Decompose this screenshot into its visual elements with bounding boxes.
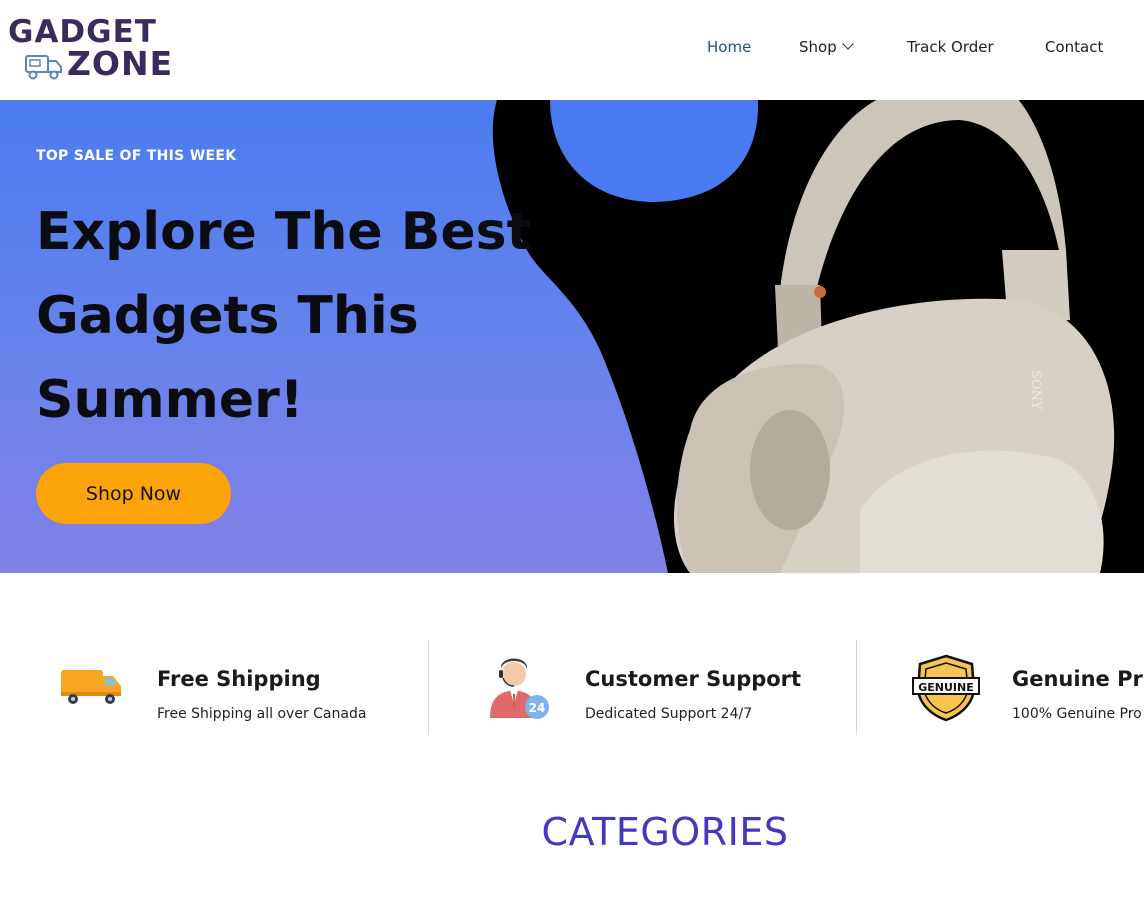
site-logo[interactable]: GADGET ZONE <box>8 14 188 86</box>
feature-divider <box>856 640 857 735</box>
feature-free-shipping: Free Shipping Free Shipping all over Can… <box>0 640 428 755</box>
hero-title-line1: Explore The Best <box>36 202 532 262</box>
logo-truck-icon <box>25 55 62 80</box>
hero-title-line2: Gadgets This <box>36 286 419 346</box>
nav-shop-label: Shop <box>799 38 837 56</box>
support-agent-icon: 24 <box>490 658 549 719</box>
shop-now-button[interactable]: Shop Now <box>36 463 231 524</box>
hero-title-line3: Summer! <box>36 370 304 430</box>
logo-text-line2: ZONE <box>67 44 174 83</box>
features-bar: Free Shipping Free Shipping all over Can… <box>0 620 1144 760</box>
nav-shop[interactable]: Shop <box>799 38 854 56</box>
feature-title: Free Shipping <box>157 667 321 691</box>
feature-subtitle: Dedicated Support 24/7 <box>585 706 753 722</box>
nav-home[interactable]: Home <box>707 38 751 56</box>
delivery-truck-icon <box>61 670 121 704</box>
feature-title: Genuine Pr <box>1012 667 1143 691</box>
feature-customer-support: 24 Customer Support Dedicated Support 24… <box>429 640 857 755</box>
hero-tagline: TOP SALE OF THIS WEEK <box>36 148 237 164</box>
categories-heading: CATEGORIES <box>541 810 789 854</box>
genuine-badge-text: GENUINE <box>918 681 974 694</box>
feature-subtitle: 100% Genuine Pro <box>1012 706 1142 722</box>
feature-title: Customer Support <box>585 667 802 691</box>
hero-title: Explore The Best Gadgets This Summer! <box>36 190 596 442</box>
chevron-down-icon <box>842 38 854 50</box>
genuine-badge-icon: GENUINE <box>912 654 980 722</box>
nav-contact[interactable]: Contact <box>1045 38 1103 56</box>
feature-subtitle: Free Shipping all over Canada <box>157 706 367 722</box>
sony-logo-text: SONY <box>1028 370 1043 410</box>
nav-track-order[interactable]: Track Order <box>907 38 994 56</box>
feature-genuine-products: GENUINE Genuine Pr 100% Genuine Pro <box>858 640 1144 755</box>
site-header: GADGET ZONE Home Shop Track Order Contac… <box>0 0 1144 100</box>
badge-24-text: 24 <box>529 701 546 715</box>
hero-banner: SONY TOP SALE OF THIS WEEK Explore The B… <box>0 100 1144 573</box>
